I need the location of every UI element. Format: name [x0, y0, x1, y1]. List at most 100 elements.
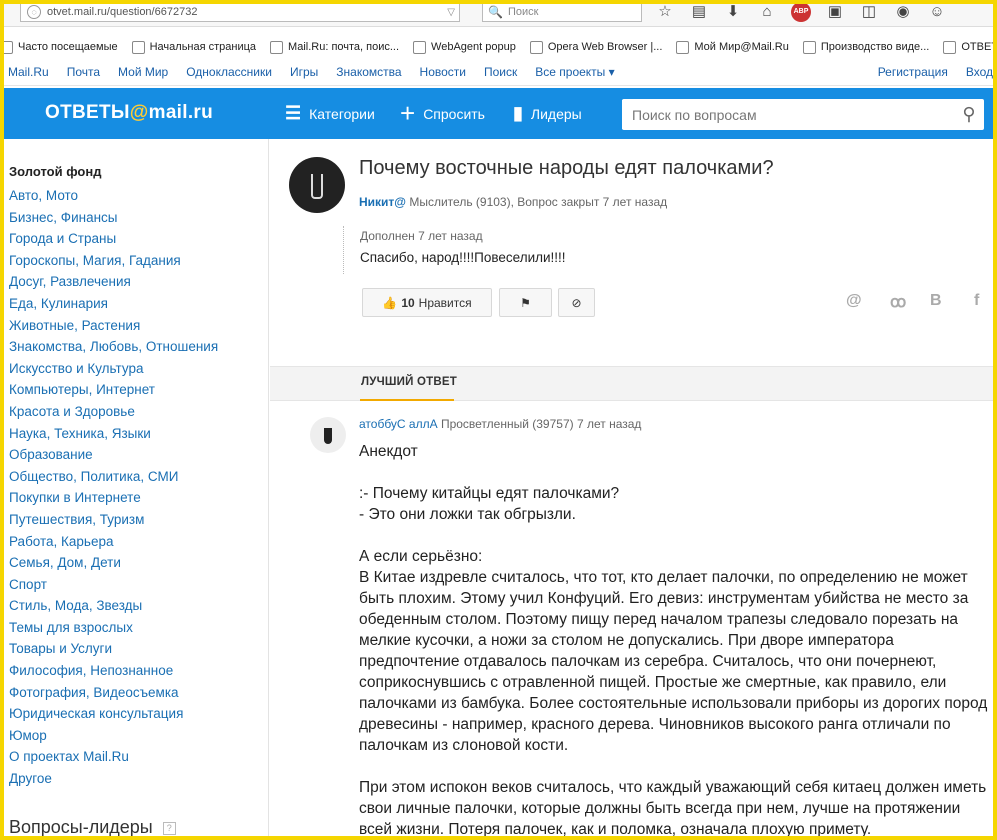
category-link[interactable]: Гороскопы, Магия, Гадания [9, 250, 218, 272]
bookmark-label: Mail.Ru: почта, поис... [288, 41, 400, 53]
screenshot-icon[interactable]: ▣ [825, 2, 845, 22]
bookmark-label: WebAgent popup [431, 41, 516, 53]
category-link[interactable]: Наука, Техника, Языки [9, 423, 218, 445]
address-text: otvet.mail.ru/question/6672732 [47, 6, 198, 18]
category-link[interactable]: Бизнес, Финансы [9, 207, 218, 229]
category-link[interactable]: Общество, Политика, СМИ [9, 466, 218, 488]
category-link[interactable]: Философия, Непознанное [9, 660, 218, 682]
bookmark-item[interactable]: Opera Web Browser |... [529, 40, 662, 54]
extension-icon[interactable]: ◫ [859, 2, 879, 22]
category-link[interactable]: Товары и Услуги [9, 638, 218, 660]
best-answer-bar: ЛУЧШИЙ ОТВЕТ [270, 366, 997, 401]
bar-chart-icon: ▮ [513, 103, 523, 123]
answer-paragraph: Анекдот [359, 443, 418, 460]
star-icon[interactable]: ☆ [655, 2, 675, 22]
browser-search-box[interactable]: 🔍 Поиск [482, 2, 642, 22]
bookmark-label: Начальная страница [149, 41, 257, 53]
portal-nav-link[interactable]: Почта [67, 65, 100, 79]
category-link[interactable]: Искусство и Культура [9, 358, 218, 380]
category-link[interactable]: Компьютеры, Интернет [9, 379, 218, 401]
answer-meta: атоббуС аллА Просветленный (39757) 7 лет… [359, 417, 642, 431]
home-icon[interactable]: ⌂ [757, 2, 777, 22]
category-link[interactable]: Путешествия, Туризм [9, 509, 218, 531]
addition-label: Дополнен 7 лет назад [360, 229, 483, 243]
share-ok-icon[interactable]: ꝏ [890, 292, 906, 312]
category-link[interactable]: Фотография, Видеосъемка [9, 682, 218, 704]
portal-nav-link[interactable]: Игры [290, 65, 318, 79]
portal-nav-link[interactable]: Одноклассники [186, 65, 272, 79]
answer-paragraph: А если серьёзно: В Китае издревле считал… [359, 548, 988, 754]
answer-author-link[interactable]: атоббуС аллА [359, 417, 438, 431]
best-answer-tab[interactable]: ЛУЧШИЙ ОТВЕТ [361, 376, 457, 388]
otvety-icon [943, 40, 957, 54]
category-link[interactable]: Досуг, Развлечения [9, 271, 218, 293]
category-link[interactable]: Спорт [9, 574, 218, 596]
category-link[interactable]: Животные, Растения [9, 315, 218, 337]
share-fb-icon[interactable]: f [974, 292, 979, 310]
category-link[interactable]: Юридическая консультация [9, 703, 218, 725]
category-link[interactable]: Семья, Дом, Дети [9, 552, 218, 574]
portal-nav-link[interactable]: Регистрация [878, 65, 948, 79]
category-link[interactable]: Юмор [9, 725, 218, 747]
answer-author-avatar[interactable] [310, 417, 346, 453]
portal-nav-link[interactable]: Все проекты ▾ [535, 65, 614, 79]
portal-nav-link[interactable]: Вход [966, 65, 993, 79]
category-link[interactable]: Покупки в Интернете [9, 487, 218, 509]
category-link[interactable]: Авто, Мото [9, 185, 218, 207]
portal-nav-link[interactable]: Mail.Ru [8, 65, 49, 79]
bookmark-button[interactable]: ⚑ [499, 288, 552, 317]
bookmark-label: Мой Мир@Mail.Ru [694, 41, 789, 53]
report-button[interactable]: ⊘ [558, 288, 595, 317]
site-header: ОТВЕТЫ@mail.ru ☰ Категории + Спросить ▮ … [0, 88, 997, 139]
question-search-input[interactable] [622, 100, 954, 129]
category-link[interactable]: Стиль, Мода, Звезды [9, 595, 218, 617]
block-icon: ⊘ [571, 295, 582, 310]
question-author-link[interactable]: Никит@ [359, 195, 406, 209]
adblock-icon[interactable]: ABP [791, 2, 811, 22]
leaders-button[interactable]: ▮ Лидеры [513, 88, 582, 139]
help-icon[interactable]: ? [162, 821, 176, 835]
portal-nav-link[interactable]: Знакомства [336, 65, 401, 79]
bookmark-item[interactable]: Начальная страница [131, 40, 257, 54]
share-vk-icon[interactable]: B [930, 292, 942, 310]
bookmark-item[interactable]: Мой Мир@Mail.Ru [676, 40, 789, 54]
share-mail-icon[interactable]: @ [846, 292, 862, 310]
like-button[interactable]: 👍 10 Нравится [362, 288, 492, 317]
otvety-logo[interactable]: ОТВЕТЫ@mail.ru [45, 102, 213, 124]
likes-label: Нравится [418, 295, 472, 310]
address-bar[interactable]: ◌ otvet.mail.ru/question/6672732 ▽ [20, 2, 460, 22]
category-link[interactable]: Знакомства, Любовь, Отношения [9, 336, 218, 358]
bookmark-item[interactable]: WebAgent popup [413, 40, 516, 54]
golden-fund-link[interactable]: Золотой фонд [9, 164, 101, 179]
ask-button[interactable]: + Спросить [400, 88, 485, 139]
categories-label: Категории [309, 105, 375, 122]
portal-nav-link[interactable]: Новости [420, 65, 466, 79]
bookmark-item[interactable]: Производство виде... [802, 40, 929, 54]
search-icon[interactable]: ⚲ [954, 104, 984, 125]
download-icon[interactable]: ⬇ [723, 2, 743, 22]
dropdown-arrow-icon[interactable]: ▽ [447, 7, 455, 18]
category-link[interactable]: Города и Страны [9, 228, 218, 250]
portal-nav: Mail.Ru Почта Мой Мир Одноклассники Игры Знак… [0, 58, 997, 86]
category-link[interactable]: О проектах Mail.Ru [9, 746, 218, 768]
browser-toolbar: ◌ otvet.mail.ru/question/6672732 ▽ 🔍 Пои… [0, 0, 997, 27]
profile-icon[interactable]: ◉ [893, 2, 913, 22]
clipboard-icon[interactable]: ▤ [689, 2, 709, 22]
category-link[interactable]: Еда, Кулинария [9, 293, 218, 315]
category-link[interactable]: Образование [9, 444, 218, 466]
bookmark-item[interactable]: Часто посещаемые [0, 40, 118, 54]
category-link[interactable]: Другое [9, 768, 218, 790]
portal-nav-link[interactable]: Поиск [484, 65, 517, 79]
moymir-icon [676, 40, 690, 54]
category-link[interactable]: Темы для взрослых [9, 617, 218, 639]
question-author-avatar[interactable] [289, 157, 345, 213]
blank-page-icon [131, 40, 145, 54]
chat-icon[interactable]: ☺ [927, 2, 947, 22]
categories-button[interactable]: ☰ Категории [285, 88, 375, 139]
portal-nav-link[interactable]: Мой Мир [118, 65, 168, 79]
category-link[interactable]: Красота и Здоровье [9, 401, 218, 423]
bookmark-item[interactable]: Mail.Ru: почта, поис... [270, 40, 400, 54]
category-link[interactable]: Работа, Карьера [9, 531, 218, 553]
bookmark-item[interactable]: ОТВЕТЫ@MAIL... [943, 40, 997, 54]
answer-paragraph: При этом испокон веков считалось, что ка… [359, 779, 987, 838]
